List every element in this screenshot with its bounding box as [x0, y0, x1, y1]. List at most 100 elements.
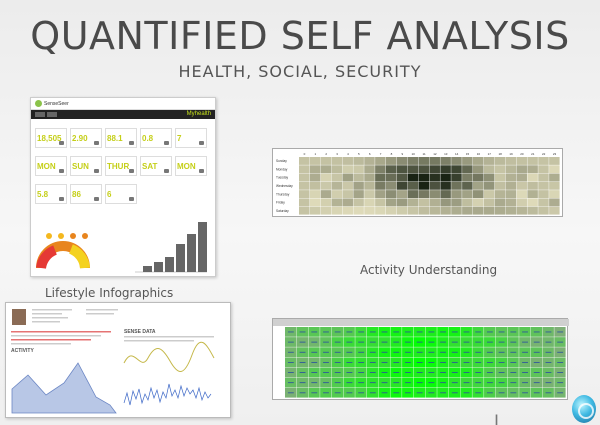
heatmap-col-label: 3 [336, 152, 338, 156]
heatmap-cell-value [498, 351, 505, 353]
heatmap-cell-value [545, 372, 552, 373]
heatmap-cell-value [475, 361, 482, 363]
heatmap-cell [331, 190, 343, 199]
heatmap-cell-value [299, 331, 306, 333]
heatmap-cell-value [545, 351, 552, 353]
bar-chart-bar [187, 234, 196, 272]
heatmap-cell-value [369, 351, 376, 353]
heatmap-cell-value [510, 351, 517, 353]
heatmap-cell [331, 206, 343, 215]
heatmap-weekly-svg: 0 1 2 3 4 5 6 7 8 9 10 11 12 13 14 15 16 17 18 19 20 21 22 23Su… [276, 152, 560, 215]
heatmap-cell-value [428, 351, 435, 353]
heatmap-cell [451, 181, 462, 190]
heatmap-cell-value [311, 331, 318, 333]
dashboard-header: SenseSeer [31, 98, 215, 110]
heatmap-cell [418, 173, 430, 182]
heatmap-cell [386, 173, 397, 182]
heatmap-col-label: 1 [314, 152, 316, 156]
heatmap-cell-value [440, 361, 446, 363]
heatmap-col-label: 15 [466, 152, 470, 156]
heatmap-cell [407, 173, 419, 182]
heatmap-cell-value [533, 341, 540, 343]
heatmap-cell [353, 157, 364, 165]
heatmap-cell-value [463, 331, 470, 333]
metric-tile: 0.8 [140, 128, 172, 148]
sense-line-chart [123, 341, 215, 372]
heatmap-cell-value [486, 331, 493, 333]
heatmap-cell-value [358, 341, 365, 343]
metric-icon [129, 169, 134, 173]
heatmap-cell [538, 165, 549, 174]
heatmap-cell [342, 198, 353, 207]
heatmap-cell [309, 198, 321, 207]
caption-activity: Activity Understanding [360, 263, 498, 277]
heatmap-cell-value [475, 382, 482, 384]
footer-text-fragment: l [494, 412, 500, 425]
heatmap-cell-value [287, 392, 294, 394]
heatmap-cell-value [428, 382, 435, 384]
heatmap-cell-value [381, 351, 388, 353]
heatmap-cell-value [440, 341, 446, 343]
slide-title: QUANTIFIED SELF ANALYSIS [30, 14, 570, 58]
heatmap-cell [538, 190, 549, 199]
heatmap-cell-value [428, 331, 435, 333]
heatmap-cell-value [498, 361, 505, 363]
heatmap-cell-value [299, 361, 306, 363]
indicator-dot [58, 233, 64, 239]
heatmap-cell-value [533, 331, 540, 333]
heatmap-cell [549, 173, 560, 182]
heatmap-cell-value [323, 382, 329, 384]
heatmap-cell-value [463, 351, 470, 353]
heatmap-cell-value [334, 372, 341, 373]
heatmap-cell-value [463, 341, 470, 343]
heatmap-cell-value [510, 331, 517, 333]
metric-tile: SUN [70, 156, 102, 176]
heatmap-cell-value [311, 392, 318, 394]
heatmap-cell-value [463, 382, 470, 384]
heatmap-cell-value [405, 341, 411, 343]
heatmap-cell [451, 157, 462, 165]
heatmap-cell-value [440, 351, 446, 353]
heatmap-cell [331, 198, 343, 207]
metric-tile: SAT [140, 156, 172, 176]
heatmap-cell-value [440, 331, 446, 333]
heatmap-row-label: Tuesday [276, 176, 289, 180]
heatmap-cell [440, 198, 451, 207]
heatmap-cell [407, 157, 419, 165]
heatmap-cell-value [299, 351, 306, 353]
heatmap-cell [353, 190, 364, 199]
heatmap-cell [353, 165, 364, 174]
heatmap-cell [375, 173, 386, 182]
heatmap-cell [516, 198, 527, 207]
heatmap-cell [483, 181, 495, 190]
heatmap-cell [429, 165, 440, 174]
heatmap-cell [473, 190, 484, 199]
heatmap-cell [386, 165, 397, 174]
heatmap-cell-value [299, 341, 306, 343]
heatmap-cell-value [545, 341, 552, 343]
heatmap-cell-value [416, 351, 423, 353]
heatmap-cell [483, 157, 495, 165]
heatmap-cell-value [381, 382, 388, 384]
heatmap-cell [462, 173, 473, 182]
heatmap-cell-value [522, 331, 528, 333]
indicator-dot [70, 233, 76, 239]
indicator-dot [46, 233, 52, 239]
metric-value: SAT [142, 162, 158, 171]
metric-icon [94, 197, 99, 201]
heatmap-cell [396, 165, 408, 174]
heatmap-cell-value [451, 361, 458, 363]
heatmap-cell [320, 165, 332, 174]
metric-tile: 18,505 [35, 128, 67, 148]
heatmap-cell-value [334, 392, 341, 394]
heatmap-cell [538, 198, 549, 207]
heatmap-cell-value [451, 372, 458, 373]
heatmap-cell-value [475, 372, 482, 373]
heatmap-cell [429, 173, 440, 182]
heatmap-cell-value [557, 382, 564, 384]
metric-value: 0.8 [142, 134, 154, 143]
heatmap-cell [320, 181, 332, 190]
heatmap-cell-value [428, 392, 435, 394]
metric-value: 7 [177, 134, 182, 143]
heatmap-col-label: 21 [531, 152, 535, 156]
